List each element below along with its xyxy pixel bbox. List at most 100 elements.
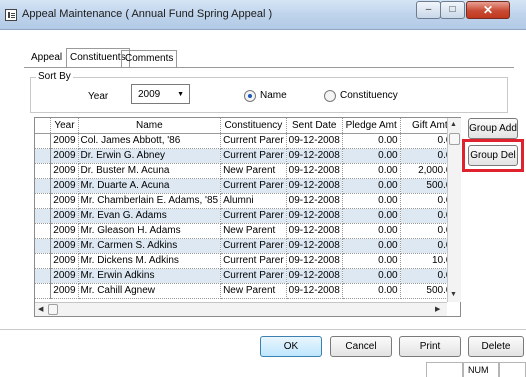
cell-constituency[interactable]: Current Parer xyxy=(220,268,287,284)
row-selector[interactable] xyxy=(35,163,52,179)
cell-name[interactable]: Mr. Gleason H. Adams xyxy=(78,223,222,239)
cell-sent-date[interactable]: 09-12-2008 xyxy=(286,223,343,239)
table-row[interactable]: 2009 Dr. Erwin G. Abney Current Parer 09… xyxy=(35,148,461,164)
cell-constituency[interactable]: New Parent xyxy=(220,283,287,299)
vertical-scrollbar[interactable]: ▲ ▼ xyxy=(447,118,461,302)
cell-sent-date[interactable]: 09-12-2008 xyxy=(286,253,343,269)
cell-sent-date[interactable]: 09-12-2008 xyxy=(286,283,343,299)
cell-name[interactable]: Mr. Dickens M. Adkins xyxy=(78,253,222,269)
cell-sent-date[interactable]: 09-12-2008 xyxy=(286,238,343,254)
cell-sent-date[interactable]: 09-12-2008 xyxy=(286,163,343,179)
cell-year[interactable]: 2009 xyxy=(50,268,79,284)
scroll-left-icon[interactable]: ◀ xyxy=(38,305,43,313)
row-selector[interactable] xyxy=(35,253,52,269)
cell-year[interactable]: 2009 xyxy=(50,133,79,149)
cell-pledge-amt[interactable]: 0.00 xyxy=(342,193,401,209)
table-row[interactable]: 2009 Mr. Evan G. Adams Current Parer 09-… xyxy=(35,208,461,224)
row-selector-header[interactable] xyxy=(35,118,52,134)
cell-pledge-amt[interactable]: 0.00 xyxy=(342,148,401,164)
cell-year[interactable]: 2009 xyxy=(50,253,79,269)
tab-comments[interactable]: Comments xyxy=(121,50,178,68)
vertical-scroll-thumb[interactable] xyxy=(449,133,460,145)
tab-appeal[interactable]: Appeal xyxy=(29,50,64,68)
cell-pledge-amt[interactable]: 0.00 xyxy=(342,163,401,179)
cell-pledge-amt[interactable]: 0.00 xyxy=(342,223,401,239)
cell-pledge-amt[interactable]: 0.00 xyxy=(342,133,401,149)
row-selector[interactable] xyxy=(35,193,52,209)
cell-constituency[interactable]: Alumni xyxy=(220,193,287,209)
cell-constituency[interactable]: New Parent xyxy=(220,223,287,239)
cell-name[interactable]: Col. James Abbott, '86 xyxy=(78,133,222,149)
row-selector[interactable] xyxy=(35,178,52,194)
cell-sent-date[interactable]: 09-12-2008 xyxy=(286,268,343,284)
sort-name-radio[interactable] xyxy=(244,90,256,102)
row-selector[interactable] xyxy=(35,283,52,299)
cell-name[interactable]: Mr. Evan G. Adams xyxy=(78,208,222,224)
title-bar[interactable]: Appeal Maintenance ( Annual Fund Spring … xyxy=(0,0,526,30)
minimize-button[interactable]: – xyxy=(416,1,441,19)
chevron-down-icon[interactable]: ▼ xyxy=(177,91,184,98)
cell-sent-date[interactable]: 09-12-2008 xyxy=(286,193,343,209)
constituents-grid[interactable]: Year Name Constituency Sent Date Pledge … xyxy=(34,117,461,317)
maximize-button[interactable]: □ xyxy=(440,1,465,19)
cell-year[interactable]: 2009 xyxy=(50,208,79,224)
row-selector[interactable] xyxy=(35,268,52,284)
cell-name[interactable]: Mr. Carmen S. Adkins xyxy=(78,238,222,254)
print-button[interactable]: Print xyxy=(399,336,461,357)
cell-name[interactable]: Mr. Duarte A. Acuna xyxy=(78,178,222,194)
row-selector[interactable] xyxy=(35,133,52,149)
close-button[interactable]: ✕ xyxy=(466,1,510,19)
cell-year[interactable]: 2009 xyxy=(50,163,79,179)
cell-year[interactable]: 2009 xyxy=(50,148,79,164)
group-add-button[interactable]: Group Add xyxy=(468,118,518,139)
sort-name-label[interactable]: Name xyxy=(260,90,287,101)
column-header-year[interactable]: Year xyxy=(50,118,79,134)
cell-sent-date[interactable]: 09-12-2008 xyxy=(286,208,343,224)
column-header-pledge-amt[interactable]: Pledge Amt xyxy=(342,118,401,134)
sort-constituency-label[interactable]: Constituency xyxy=(340,90,398,101)
cell-pledge-amt[interactable]: 0.00 xyxy=(342,253,401,269)
column-header-sent-date[interactable]: Sent Date xyxy=(286,118,343,134)
cell-name[interactable]: Dr. Erwin G. Abney xyxy=(78,148,222,164)
cell-sent-date[interactable]: 09-12-2008 xyxy=(286,133,343,149)
cell-sent-date[interactable]: 09-12-2008 xyxy=(286,178,343,194)
app-icon[interactable] xyxy=(5,9,17,21)
row-selector[interactable] xyxy=(35,208,52,224)
cell-name[interactable]: Mr. Cahill Agnew xyxy=(78,283,222,299)
column-header-constituency[interactable]: Constituency xyxy=(220,118,287,134)
table-row[interactable]: 2009 Dr. Buster M. Acuna New Parent 09-1… xyxy=(35,163,461,179)
cell-sent-date[interactable]: 09-12-2008 xyxy=(286,148,343,164)
row-selector[interactable] xyxy=(35,238,52,254)
cell-year[interactable]: 2009 xyxy=(50,283,79,299)
cell-name[interactable]: Mr. Chamberlain E. Adams, '85 xyxy=(78,193,222,209)
table-row[interactable]: 2009 Mr. Erwin Adkins Current Parer 09-1… xyxy=(35,268,461,284)
cell-pledge-amt[interactable]: 0.00 xyxy=(342,238,401,254)
cell-constituency[interactable]: Current Parer xyxy=(220,238,287,254)
cell-name[interactable]: Dr. Buster M. Acuna xyxy=(78,163,222,179)
cell-constituency[interactable]: New Parent xyxy=(220,163,287,179)
cell-constituency[interactable]: Current Parer xyxy=(220,133,287,149)
cell-year[interactable]: 2009 xyxy=(50,238,79,254)
cancel-button[interactable]: Cancel xyxy=(330,336,392,357)
row-selector[interactable] xyxy=(35,223,52,239)
table-row[interactable]: 2009 Mr. Duarte A. Acuna Current Parer 0… xyxy=(35,178,461,194)
cell-pledge-amt[interactable]: 0.00 xyxy=(342,268,401,284)
delete-button[interactable]: Delete xyxy=(468,336,524,357)
row-selector[interactable] xyxy=(35,148,52,164)
cell-constituency[interactable]: Current Parer xyxy=(220,208,287,224)
sort-constituency-radio[interactable] xyxy=(324,90,336,102)
table-row[interactable]: 2009 Col. James Abbott, '86 Current Pare… xyxy=(35,133,461,149)
table-row[interactable]: 2009 Mr. Cahill Agnew New Parent 09-12-2… xyxy=(35,283,461,299)
table-row[interactable]: 2009 Mr. Dickens M. Adkins Current Parer… xyxy=(35,253,461,269)
scroll-right-icon[interactable]: ▶ xyxy=(435,305,440,313)
cell-pledge-amt[interactable]: 0.00 xyxy=(342,208,401,224)
cell-constituency[interactable]: Current Parer xyxy=(220,253,287,269)
horizontal-scrollbar[interactable]: ◀ ▶ xyxy=(35,302,447,316)
table-row[interactable]: 2009 Mr. Chamberlain E. Adams, '85 Alumn… xyxy=(35,193,461,209)
cell-name[interactable]: Mr. Erwin Adkins xyxy=(78,268,222,284)
cell-pledge-amt[interactable]: 0.00 xyxy=(342,283,401,299)
column-header-name[interactable]: Name xyxy=(78,118,222,134)
table-row[interactable]: 2009 Mr. Carmen S. Adkins Current Parer … xyxy=(35,238,461,254)
year-select[interactable]: 2009 ▼ xyxy=(131,84,190,104)
cell-constituency[interactable]: Current Parer xyxy=(220,148,287,164)
